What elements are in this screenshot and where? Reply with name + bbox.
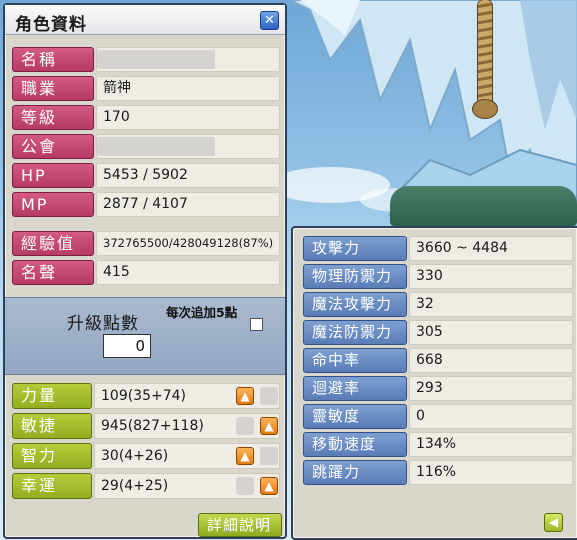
stat-label: 智力 — [12, 443, 92, 469]
stat-label: 敏捷 — [12, 413, 92, 439]
luk-up-button[interactable]: ▲ — [260, 477, 278, 495]
arrow-up-icon: ▲ — [264, 479, 274, 493]
detail-label: 迴避率 — [303, 376, 407, 401]
detail-row-hands: 靈敏度 0 — [303, 404, 573, 429]
profile-row-hp: HP 5453 / 5902 — [12, 163, 280, 188]
detail-label: 靈敏度 — [303, 404, 407, 429]
empty-slot — [260, 447, 278, 465]
profile-label: 名稱 — [12, 47, 94, 72]
detail-row-attack: 攻擊力 3660 ~ 4484 — [303, 236, 573, 261]
profile-label: 經驗值 — [12, 231, 94, 256]
profile-row-level: 等級 170 — [12, 105, 280, 130]
profile-value: 箭神 — [96, 76, 280, 101]
detail-value: 668 — [409, 348, 573, 373]
detail-button-label: 詳細說明 — [207, 516, 272, 534]
int-up-button[interactable]: ▲ — [236, 447, 254, 465]
empty-value-bar — [97, 137, 215, 156]
window-titlebar[interactable]: 角色資料 ✕ — [5, 5, 285, 35]
collapse-button[interactable]: ◀ — [544, 513, 563, 532]
arrow-up-icon: ▲ — [264, 419, 274, 433]
profile-row-exp: 經驗值 372765500/428049128(87%) — [12, 231, 280, 256]
detail-label: 攻擊力 — [303, 236, 407, 261]
auto-assign-checkbox[interactable] — [250, 318, 263, 331]
detail-button[interactable]: 詳細說明 › — [198, 513, 282, 540]
profile-row-fame: 名聲 415 — [12, 260, 280, 285]
ability-points-section: 升級點數 0 每次追加5點 — [5, 297, 285, 375]
detail-label: 魔法防禦力 — [303, 320, 407, 345]
arrow-left-icon: ◀ — [548, 515, 559, 529]
detail-value: 134% — [409, 432, 573, 457]
base-stats-section: 力量 109(35+74) ▲ 敏捷 945(827+118) ▲ 智力 30(… — [12, 383, 280, 499]
str-up-button[interactable]: ▲ — [236, 387, 254, 405]
detail-row-speed: 移動速度 134% — [303, 432, 573, 457]
detail-value: 293 — [409, 376, 573, 401]
arrow-up-icon: ▲ — [240, 449, 250, 463]
detail-label: 物理防禦力 — [303, 264, 407, 289]
empty-slot — [236, 477, 254, 495]
profile-value: 372765500/428049128(87%) — [96, 231, 280, 256]
detail-row-avoid: 迴避率 293 — [303, 376, 573, 401]
stat-row-int: 智力 30(4+26) ▲ — [12, 443, 280, 469]
ground-platform — [390, 186, 577, 226]
profile-label: 名聲 — [12, 260, 94, 285]
window-title: 角色資料 — [15, 15, 87, 35]
profile-row-mp: MP 2877 / 4107 — [12, 192, 280, 217]
profile-value — [96, 134, 280, 159]
profile-value: 170 — [96, 105, 280, 130]
dex-up-button[interactable]: ▲ — [260, 417, 278, 435]
detail-row-jump: 跳躍力 116% — [303, 460, 573, 485]
detail-label: 移動速度 — [303, 432, 407, 457]
empty-slot — [236, 417, 254, 435]
empty-slot — [260, 387, 278, 405]
stat-label: 幸運 — [12, 473, 92, 499]
empty-value-bar — [97, 50, 215, 69]
profile-label: 職業 — [12, 76, 94, 101]
profile-label: 等級 — [12, 105, 94, 130]
close-button[interactable]: ✕ — [260, 11, 279, 30]
detail-value: 0 — [409, 404, 573, 429]
detail-value: 32 — [409, 292, 573, 317]
detail-label: 命中率 — [303, 348, 407, 373]
profile-label: HP — [12, 163, 94, 188]
profile-section: 名稱 職業 箭神 等級 170 公會 HP 5453 / 5902 MP 287… — [12, 47, 280, 287]
profile-value: 2877 / 4107 — [96, 192, 280, 217]
profile-row-name: 名稱 — [12, 47, 280, 72]
detail-label: 跳躍力 — [303, 460, 407, 485]
detail-value: 330 — [409, 264, 573, 289]
detail-row-phys-def: 物理防禦力 330 — [303, 264, 573, 289]
profile-value — [96, 47, 280, 72]
auto-assign-label: 每次追加5點 — [166, 305, 238, 320]
rope-knot — [473, 100, 497, 118]
stat-row-luk: 幸運 29(4+25) ▲ — [12, 473, 280, 499]
profile-label: MP — [12, 192, 94, 217]
detail-label: 魔法攻擊力 — [303, 292, 407, 317]
profile-label: 公會 — [12, 134, 94, 159]
stat-row-str: 力量 109(35+74) ▲ — [12, 383, 280, 409]
detail-value: 3660 ~ 4484 — [409, 236, 573, 261]
profile-value: 415 — [96, 260, 280, 285]
detail-value: 116% — [409, 460, 573, 485]
character-info-window: 角色資料 ✕ 名稱 職業 箭神 等級 170 公會 HP 5453 / 5902… — [3, 3, 287, 540]
stat-row-dex: 敏捷 945(827+118) ▲ — [12, 413, 280, 439]
profile-row-job: 職業 箭神 — [12, 76, 280, 101]
detail-row-accuracy: 命中率 668 — [303, 348, 573, 373]
detail-row-magic-atk: 魔法攻擊力 32 — [303, 292, 573, 317]
detailed-stats-window: 攻擊力 3660 ~ 4484 物理防禦力 330 魔法攻擊力 32 魔法防禦力… — [291, 226, 577, 540]
arrow-up-icon: ▲ — [240, 389, 250, 403]
ability-points-field[interactable]: 0 — [103, 334, 151, 358]
profile-value: 5453 / 5902 — [96, 163, 280, 188]
detail-row-magic-def: 魔法防禦力 305 — [303, 320, 573, 345]
close-icon: ✕ — [264, 13, 275, 28]
rope[interactable] — [478, 0, 492, 112]
ability-points-label: 升級點數 — [67, 314, 139, 334]
detail-value: 305 — [409, 320, 573, 345]
profile-row-guild: 公會 — [12, 134, 280, 159]
stat-label: 力量 — [12, 383, 92, 409]
